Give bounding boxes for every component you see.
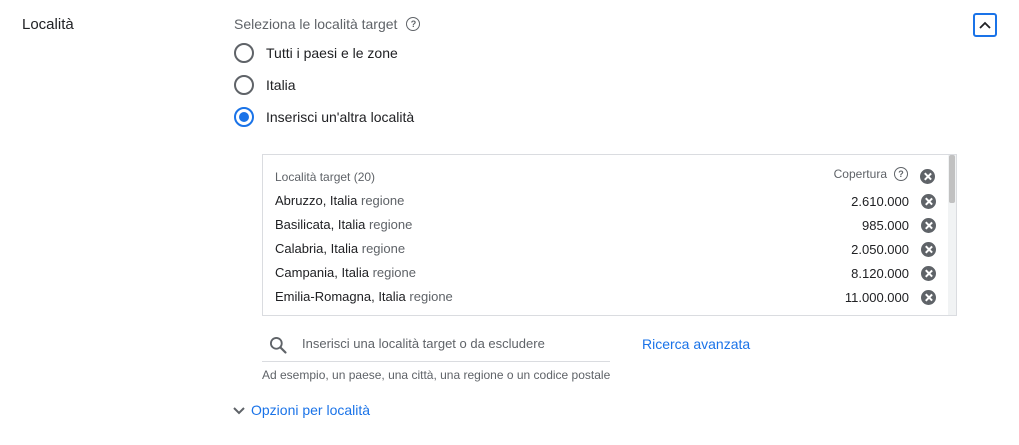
target-locations-count: Località target (20)	[275, 170, 376, 184]
location-reach: 2.610.000	[851, 194, 909, 209]
radio-italia[interactable]: Italia	[234, 75, 296, 95]
radio-label: Inserisci un'altra località	[266, 109, 415, 125]
scrollbar-thumb[interactable]	[949, 155, 955, 203]
location-reach: 985.000	[862, 218, 909, 233]
location-reach: 2.050.000	[851, 242, 909, 257]
radio-all-countries[interactable]: Tutti i paesi e le zone	[234, 43, 398, 63]
radio-label: Italia	[266, 77, 296, 93]
coverage-header: Copertura ?	[834, 167, 908, 181]
coverage-label: Copertura	[833, 167, 887, 181]
target-locations-label-text: Seleziona le località target	[234, 16, 398, 32]
chevron-down-icon	[233, 406, 245, 414]
location-reach: 11.000.000	[844, 290, 909, 305]
help-icon[interactable]: ?	[894, 167, 908, 181]
location-row: Emilia-Romagna, Italia regione 11.000.00…	[275, 285, 945, 309]
radio-button[interactable]	[234, 75, 254, 95]
remove-location-icon[interactable]	[921, 194, 936, 209]
location-name: Campania, Italia regione	[275, 265, 416, 280]
search-input[interactable]	[300, 335, 604, 352]
location-options-label: Opzioni per località	[251, 402, 371, 418]
location-reach: 8.120.000	[851, 266, 909, 281]
location-row: Abruzzo, Italia regione 2.610.000	[275, 189, 945, 213]
radio-label: Tutti i paesi e le zone	[266, 45, 398, 61]
radio-button-selected[interactable]	[234, 107, 254, 127]
location-name: Abruzzo, Italia regione	[275, 193, 405, 208]
target-locations-label: Seleziona le località target ?	[234, 16, 421, 32]
radio-button[interactable]	[234, 43, 254, 63]
location-search	[262, 331, 610, 362]
collapse-section-button[interactable]	[973, 13, 997, 37]
remove-all-icon[interactable]	[920, 169, 935, 184]
location-options-toggle[interactable]: Opzioni per località	[232, 402, 370, 418]
location-row: Basilicata, Italia regione 985.000	[275, 213, 945, 237]
location-row: Calabria, Italia regione 2.050.000	[275, 237, 945, 261]
location-name: Basilicata, Italia regione	[275, 217, 413, 232]
location-name: Calabria, Italia regione	[275, 241, 406, 256]
search-hint: Ad esempio, un paese, una città, una reg…	[262, 368, 611, 382]
radio-other-location[interactable]: Inserisci un'altra località	[234, 107, 414, 127]
target-locations-list: Località target (20) Copertura ? Abruzzo…	[262, 154, 957, 316]
remove-location-icon[interactable]	[921, 218, 936, 233]
remove-location-icon[interactable]	[921, 242, 936, 257]
section-title: Località	[22, 16, 74, 33]
help-icon[interactable]: ?	[406, 17, 421, 31]
location-name: Emilia-Romagna, Italia regione	[275, 289, 453, 304]
advanced-search-link[interactable]: Ricerca avanzata	[642, 336, 750, 352]
scrollbar[interactable]	[948, 155, 956, 315]
chevron-up-icon	[979, 21, 991, 29]
remove-location-icon[interactable]	[921, 266, 936, 281]
remove-location-icon[interactable]	[921, 290, 936, 305]
location-row: Campania, Italia regione 8.120.000	[275, 261, 945, 285]
search-icon	[270, 337, 287, 354]
